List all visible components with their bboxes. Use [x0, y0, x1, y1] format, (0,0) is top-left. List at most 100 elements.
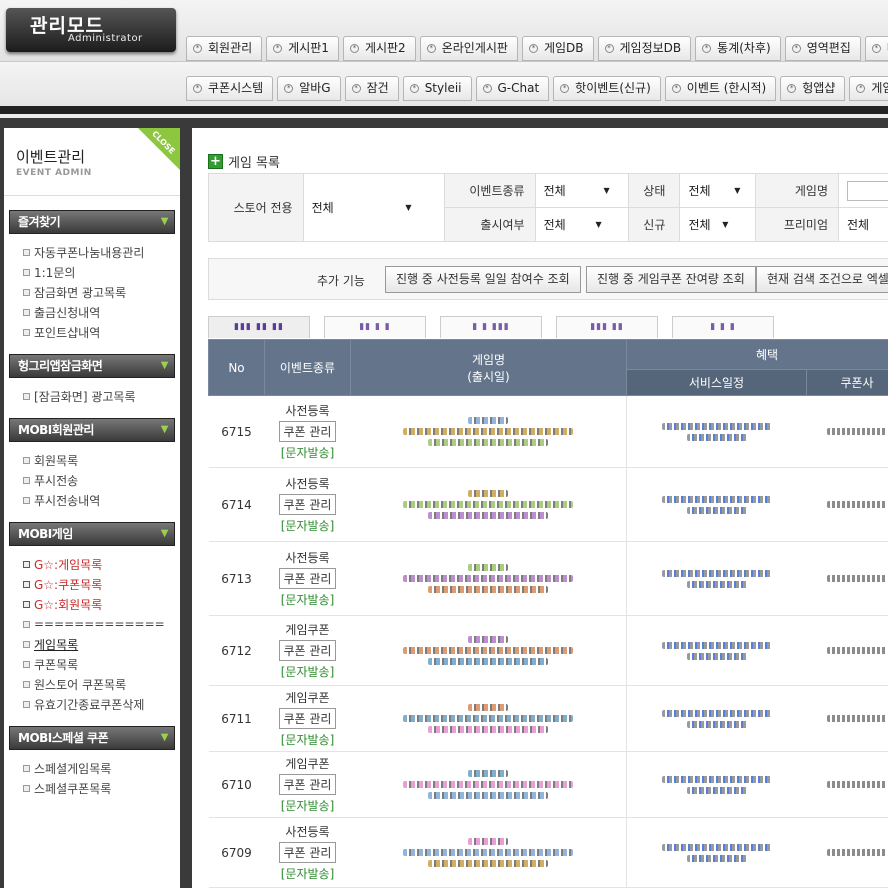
admin-logo[interactable]: 관리모드 Administrator [6, 8, 176, 52]
sidebar-item[interactable]: 잠금화면 광고목록 [23, 282, 175, 302]
table-row[interactable]: 6710 게임쿠폰 쿠폰 관리 [문자발송] [208, 751, 888, 818]
menu-tab[interactable]: * 이벤트 (한시적) [664, 76, 777, 101]
preregister-count-button[interactable]: 진행 중 사전등록 일일 참여수 조회 [385, 266, 581, 293]
row-game-cell[interactable] [350, 541, 627, 616]
chevron-down-icon: ▼ [160, 732, 169, 743]
sms-send-link[interactable]: [문자발송] [265, 865, 351, 882]
menu-tab[interactable]: * 게임정보DB [597, 36, 692, 61]
menu-tab[interactable]: * G-Chat [475, 76, 550, 101]
page-title: + 게임 목록 [208, 152, 280, 171]
row-game-cell[interactable] [350, 615, 627, 686]
game-name-input[interactable] [847, 180, 888, 201]
sidebar-item[interactable]: G☆:쿠폰목록 [23, 574, 175, 594]
menu-tab[interactable]: * 게임미션 [849, 76, 888, 101]
new-select[interactable]: 전체 ▼ [679, 207, 757, 242]
col-benefit: 혜택 [626, 339, 888, 370]
sidebar-item[interactable]: ============= [23, 614, 175, 634]
sidebar-item[interactable]: 스페셜게임목록 [23, 758, 175, 778]
sidebar-group-list: 회원목록 푸시전송 푸시전송내역 [9, 442, 175, 510]
sidebar-group-header[interactable]: MOBI스페셜 쿠폰 ▼ [9, 726, 175, 750]
sidebar-item[interactable]: 포인트샵내역 [23, 322, 175, 342]
sidebar-group-header[interactable]: 즐겨찾기 ▼ [9, 210, 175, 234]
row-game-cell[interactable] [350, 751, 627, 818]
sidebar-item[interactable]: 푸시전송내역 [23, 490, 175, 510]
sidebar-group-label: 헝그리앱잠금화면 [18, 359, 103, 373]
coupon-manage-button[interactable]: 쿠폰 관리 [278, 842, 337, 863]
pixelated-game-info [403, 849, 574, 856]
row-service-cell [626, 395, 807, 468]
row-event-cell: 사전등록 쿠폰 관리 [문자발송] [264, 541, 351, 616]
sidebar-item[interactable]: G☆:게임목록 [23, 554, 175, 574]
menu-tab[interactable]: * 핫이벤트(신규) [553, 76, 661, 101]
menu-tab[interactable]: * 게시판1 [266, 36, 339, 61]
sidebar-item[interactable]: 스페셜쿠폰목록 [23, 778, 175, 798]
table-row[interactable]: 6711 게임쿠폰 쿠폰 관리 [문자발송] [208, 685, 888, 752]
sidebar-group-header[interactable]: MOBI회원관리 ▼ [9, 418, 175, 442]
sidebar-item[interactable]: G☆:회원목록 [23, 594, 175, 614]
store-value: 전체 [311, 201, 334, 215]
event-type-select[interactable]: 전체 ▼ [534, 173, 630, 208]
row-game-cell[interactable] [350, 685, 627, 752]
row-game-cell[interactable] [350, 395, 627, 468]
menu-tab[interactable]: * 잠건 [344, 76, 399, 101]
view-tab-5[interactable]: ▮ ▮ ▮ [672, 316, 774, 338]
sidebar-group-header[interactable]: 헝그리앱잠금화면 ▼ [9, 354, 175, 378]
table-row[interactable]: 6715 사전등록 쿠폰 관리 [문자발송] [208, 395, 888, 468]
sms-send-link[interactable]: [문자발송] [265, 731, 351, 748]
table-row[interactable]: 6713 사전등록 쿠폰 관리 [문자발송] [208, 541, 888, 616]
menu-tab[interactable]: * Styleii [402, 76, 472, 101]
sidebar-item[interactable]: 원스토어 쿠폰목록 [23, 674, 175, 694]
release-select[interactable]: 전체 ▼ [534, 207, 630, 242]
menu-tab[interactable]: * 게시판2 [342, 36, 416, 61]
coupon-manage-button[interactable]: 쿠폰 관리 [278, 494, 337, 515]
table-row[interactable]: 6709 사전등록 쿠폰 관리 [문자발송] [208, 817, 888, 888]
menu-tab[interactable]: * 쿠폰시스템 [186, 76, 274, 101]
menu-tab[interactable]: * 온라인게시판 [419, 36, 518, 61]
coupon-remaining-button[interactable]: 진행 중 게임쿠폰 잔여량 조회 [586, 266, 756, 293]
view-tab-1[interactable]: ▮▮▮ ▮▮ ▮▮ [208, 316, 310, 338]
menu-tab[interactable]: *배너 [864, 36, 888, 61]
menu-tab[interactable]: * 알바G [277, 76, 341, 101]
sms-send-link[interactable]: [문자발송] [265, 663, 351, 680]
menu-tab[interactable]: * 헝앱샵 [780, 76, 846, 101]
menu-tab[interactable]: * 영역편집 [784, 36, 861, 61]
sidebar-item[interactable]: [잠금화면] 광고목록 [23, 386, 175, 406]
view-tab-3[interactable]: ▮ ▮ ▮▮▮ [440, 316, 542, 338]
status-value: 전체 [688, 184, 711, 198]
row-game-cell[interactable] [350, 817, 627, 888]
view-tab-4[interactable]: ▮▮▮ ▮▮ [556, 316, 658, 338]
row-game-cell[interactable] [350, 467, 627, 542]
menu-tab[interactable]: * 통계(차후) [695, 36, 781, 61]
sms-send-link[interactable]: [문자발송] [265, 591, 351, 608]
table-row[interactable]: 6712 게임쿠폰 쿠폰 관리 [문자발송] [208, 615, 888, 686]
menu-tab[interactable]: * 회원관리 [186, 36, 263, 61]
sidebar-group-list: 자동쿠폰나눔내용관리 1:1문의 잠금화면 광고목록 출금신청내역 포인트샵내역 [9, 234, 175, 342]
sidebar-item[interactable]: 게임목록 [23, 634, 175, 654]
menu-tab[interactable]: * 게임DB [521, 36, 594, 61]
coupon-manage-button[interactable]: 쿠폰 관리 [278, 640, 337, 661]
sidebar-item[interactable]: 유효기간종료쿠폰삭제 [23, 694, 175, 714]
sidebar-item[interactable]: 쿠폰목록 [23, 654, 175, 674]
coupon-manage-button[interactable]: 쿠폰 관리 [278, 708, 337, 729]
sidebar-item-label: 스페셜쿠폰목록 [34, 781, 112, 796]
sidebar-group-list: G☆:게임목록 G☆:쿠폰목록 G☆:회원목록 ============= 게임목록 쿠폰… [9, 546, 175, 714]
coupon-manage-button[interactable]: 쿠폰 관리 [278, 568, 337, 589]
table-row[interactable]: 6714 사전등록 쿠폰 관리 [문자발송] [208, 467, 888, 542]
sidebar-item[interactable]: 자동쿠폰나눔내용관리 [23, 242, 175, 262]
sidebar-item[interactable]: 출금신청내역 [23, 302, 175, 322]
premium-label: 프리미엄 [755, 207, 839, 242]
coupon-manage-button[interactable]: 쿠폰 관리 [278, 774, 337, 795]
sms-send-link[interactable]: [문자발송] [265, 797, 351, 814]
status-select[interactable]: 전체 ▼ [679, 173, 757, 208]
coupon-manage-button[interactable]: 쿠폰 관리 [278, 421, 337, 442]
sidebar-item[interactable]: 1:1문의 [23, 262, 175, 282]
sms-send-link[interactable]: [문자발송] [265, 444, 351, 461]
view-tab-2[interactable]: ▮▮ ▮ ▮ [324, 316, 426, 338]
sidebar-item[interactable]: 회원목록 [23, 450, 175, 470]
excel-export-button[interactable]: 현재 검색 조건으로 엑셀 [756, 266, 888, 293]
premium-select[interactable]: 전체 [838, 207, 888, 242]
sidebar-item[interactable]: 푸시전송 [23, 470, 175, 490]
store-select[interactable]: 전체 ▼ [302, 173, 445, 242]
sms-send-link[interactable]: [문자발송] [265, 517, 351, 534]
sidebar-group-header[interactable]: MOBI게임 ▼ [9, 522, 175, 546]
